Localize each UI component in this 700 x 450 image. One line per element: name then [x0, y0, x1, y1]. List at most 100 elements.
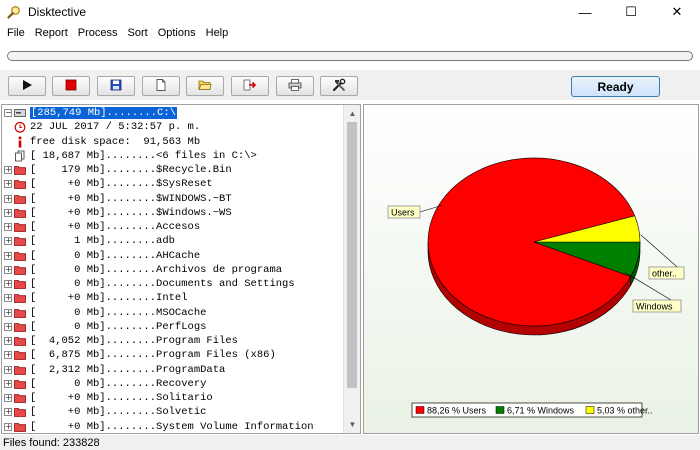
menu-options[interactable]: Options	[153, 24, 201, 42]
expand-toggle[interactable]: +	[2, 237, 14, 246]
expand-toggle[interactable]: +	[2, 223, 14, 232]
folder-icon	[14, 235, 26, 247]
tree-scrollbar[interactable]: ▲ ▼	[343, 105, 360, 433]
open-folder-icon	[198, 79, 212, 94]
expand-toggle[interactable]: +	[2, 422, 14, 431]
tree-folder-row[interactable]: + [ 0 Mb]........Recovery	[2, 377, 345, 391]
expand-toggle[interactable]: +	[2, 166, 14, 175]
tree-folder-label: [ 0 Mb]........Documents and Settings	[30, 278, 295, 291]
save-icon	[110, 79, 122, 94]
callout-label: Windows	[636, 302, 673, 312]
expand-toggle[interactable]: +	[2, 337, 14, 346]
tree-rows: − [285,749 Mb]........C:\ 22 JUL 2017 / …	[2, 106, 345, 434]
tree-folder-label: [ +0 Mb]........Intel	[30, 292, 188, 305]
tree-folder-row[interactable]: + [ +0 Mb]........Solvetic	[2, 405, 345, 419]
open-button[interactable]	[186, 76, 224, 96]
tree-folder-row[interactable]: + [ +0 Mb]........$Windows.~WS	[2, 206, 345, 220]
menu-sort[interactable]: Sort	[123, 24, 153, 42]
scroll-up-arrow[interactable]: ▲	[344, 105, 360, 122]
menu-process[interactable]: Process	[73, 24, 123, 42]
expand-toggle[interactable]: +	[2, 194, 14, 203]
root-files-summary: [ 18,687 Mb]........<6 files in C:\>	[30, 149, 257, 162]
tree-folder-row[interactable]: + [ 0 Mb]........PerfLogs	[2, 320, 345, 334]
export-icon	[243, 79, 257, 94]
save-button[interactable]	[97, 76, 135, 96]
folder-icon	[14, 207, 26, 219]
expand-toggle[interactable]: +	[2, 294, 14, 303]
tree-root-row[interactable]: − [285,749 Mb]........C:\	[2, 106, 345, 120]
scroll-thumb[interactable]	[347, 122, 357, 388]
scroll-down-arrow[interactable]: ▼	[344, 416, 360, 433]
expand-toggle[interactable]: +	[2, 208, 14, 217]
folder-icon	[14, 349, 26, 361]
expand-toggle[interactable]: +	[2, 379, 14, 388]
expand-toggle[interactable]: +	[2, 280, 14, 289]
tree-folder-label: [ +0 Mb]........Solvetic	[30, 406, 207, 419]
tree-folder-row[interactable]: + [ 0 Mb]........Archivos de programa	[2, 263, 345, 277]
menu-bar: File Report Process Sort Options Help	[0, 24, 700, 42]
folder-icon	[14, 221, 26, 233]
tree-folder-row[interactable]: + [ +0 Mb]........System Volume Informati…	[2, 420, 345, 434]
expand-toggle[interactable]: +	[2, 365, 14, 374]
maximize-button[interactable]: ☐	[608, 0, 654, 24]
folder-icon	[14, 364, 26, 376]
tree-folder-row[interactable]: + [ 0 Mb]........Documents and Settings	[2, 277, 345, 291]
collapse-toggle[interactable]: −	[2, 109, 14, 118]
close-button[interactable]: ✕	[654, 0, 700, 24]
folder-icon	[14, 193, 26, 205]
expand-toggle[interactable]: +	[2, 394, 14, 403]
tree-folder-row[interactable]: + [ 6,875 Mb]........Program Files (x86)	[2, 348, 345, 362]
expand-toggle[interactable]: +	[2, 322, 14, 331]
tree-folder-label: [ 179 Mb]........$Recycle.Bin	[30, 164, 232, 177]
expand-toggle[interactable]: +	[2, 180, 14, 189]
tree-folder-row[interactable]: + [ 179 Mb]........$Recycle.Bin	[2, 163, 345, 177]
folder-icon	[14, 321, 26, 333]
tree-folder-label: [ +0 Mb]........$WINDOWS.~BT	[30, 192, 232, 205]
legend-entry: 5,03 % other..	[597, 406, 653, 416]
tools-icon	[332, 78, 346, 95]
menu-help[interactable]: Help	[201, 24, 234, 42]
tree-folder-row[interactable]: + [ +0 Mb]........Accesos	[2, 220, 345, 234]
expand-toggle[interactable]: +	[2, 251, 14, 260]
status-ready-button[interactable]: Ready	[571, 76, 660, 97]
tree-folder-row[interactable]: + [ +0 Mb]........Solitario	[2, 391, 345, 405]
expand-toggle[interactable]: +	[2, 351, 14, 360]
play-icon	[21, 79, 33, 94]
expand-toggle[interactable]: +	[2, 408, 14, 417]
tree-folder-row[interactable]: + [ +0 Mb]........$WINDOWS.~BT	[2, 192, 345, 206]
expand-toggle[interactable]: +	[2, 265, 14, 274]
tree-folder-row[interactable]: + [ +0 Mb]........$SysReset	[2, 177, 345, 191]
tree-free-row: free disk space: 91,563 Mb	[2, 135, 345, 149]
directory-tree[interactable]: − [285,749 Mb]........C:\ 22 JUL 2017 / …	[1, 104, 361, 434]
maximize-icon: ☐	[625, 4, 637, 19]
minimize-button[interactable]: —	[562, 0, 608, 24]
menu-file[interactable]: File	[2, 24, 30, 42]
chart-panel: Users Windows other.. 88,26 % Users 6,71 % W…	[363, 104, 699, 434]
folder-icon	[14, 164, 26, 176]
expand-toggle[interactable]: +	[2, 308, 14, 317]
tree-folder-row[interactable]: + [ 1 Mb]........adb	[2, 234, 345, 248]
tree-folder-row[interactable]: + [ 2,312 Mb]........ProgramData	[2, 363, 345, 377]
print-button[interactable]	[276, 76, 314, 96]
tree-folder-row[interactable]: + [ +0 Mb]........Intel	[2, 291, 345, 305]
folder-icon	[14, 335, 26, 347]
tree-folder-row[interactable]: + [ 0 Mb]........AHCache	[2, 249, 345, 263]
menu-report[interactable]: Report	[30, 24, 73, 42]
tree-folder-label: [ +0 Mb]........Accesos	[30, 221, 201, 234]
tree-folder-row[interactable]: + [ 0 Mb]........MSOCache	[2, 306, 345, 320]
files-icon	[14, 150, 26, 162]
folder-icon	[14, 421, 26, 433]
stop-icon	[65, 79, 77, 94]
tree-files-row[interactable]: [ 18,687 Mb]........<6 files in C:\>	[2, 149, 345, 163]
files-found-status: Files found: 233828	[3, 436, 100, 449]
close-icon: ✕	[671, 4, 683, 19]
stop-scan-button[interactable]	[52, 76, 90, 96]
new-report-button[interactable]	[142, 76, 180, 96]
tools-button[interactable]	[320, 76, 358, 96]
export-button[interactable]	[231, 76, 269, 96]
start-scan-button[interactable]	[8, 76, 46, 96]
info-icon	[14, 136, 26, 148]
clock-icon	[14, 121, 26, 134]
tree-folder-label: [ 1 Mb]........adb	[30, 235, 175, 248]
tree-folder-row[interactable]: + [ 4,052 Mb]........Program Files	[2, 334, 345, 348]
